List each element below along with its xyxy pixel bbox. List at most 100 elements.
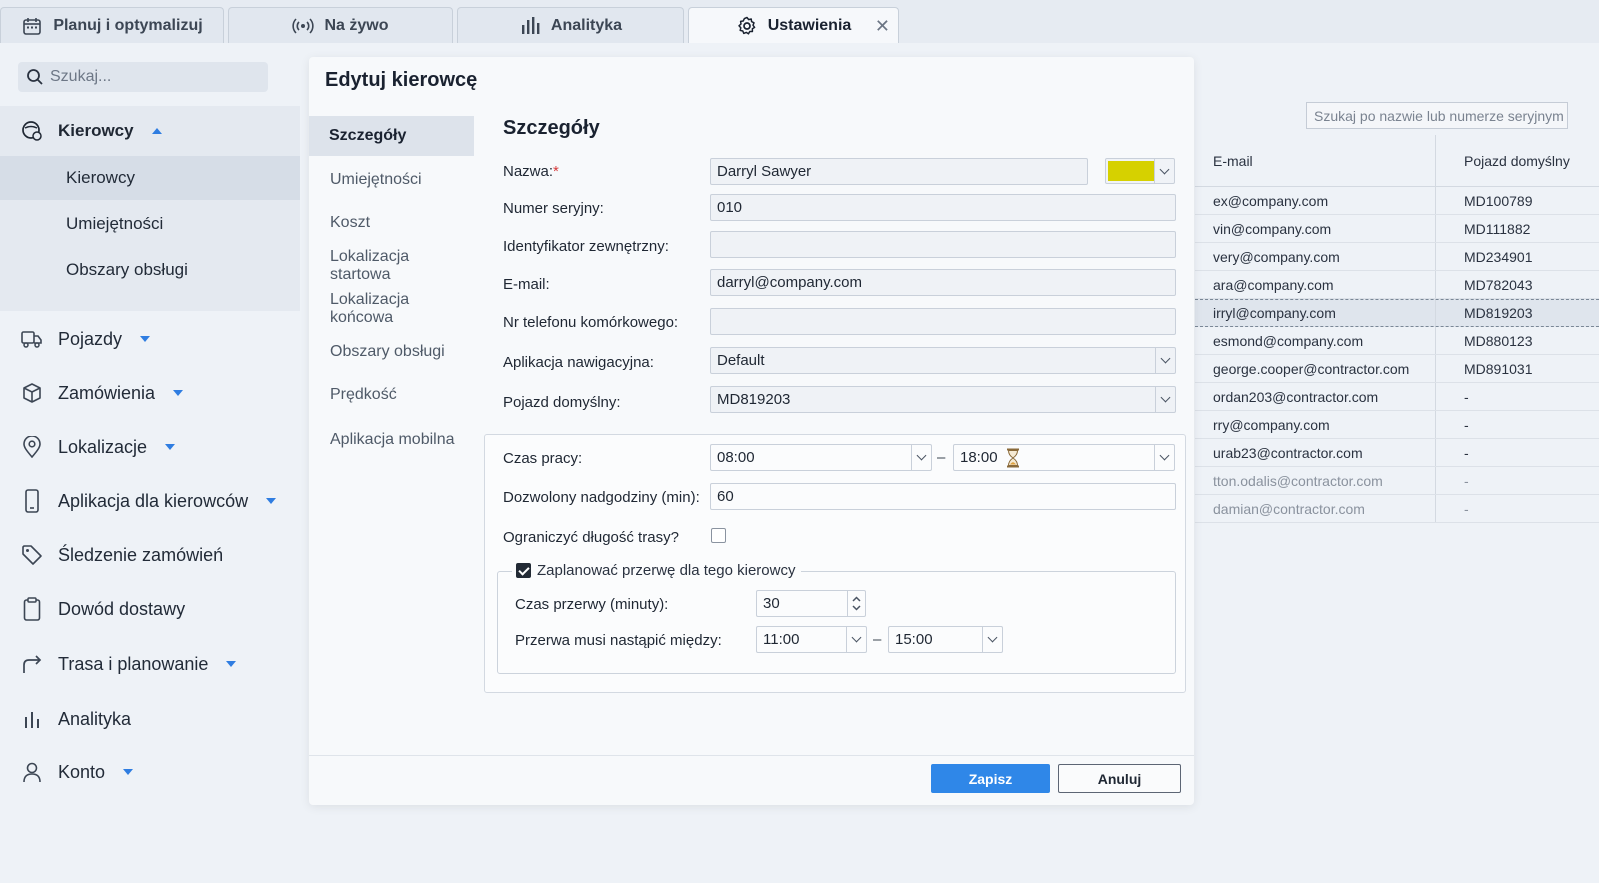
- user-icon: [20, 760, 44, 784]
- caret-down-icon: [226, 661, 237, 667]
- sidebar-item-account[interactable]: Konto: [0, 752, 300, 792]
- bar-chart-icon: [20, 707, 44, 731]
- table-row[interactable]: esmond@company.com MD880123: [1195, 327, 1599, 355]
- email-cell: ordan203@contractor.com: [1213, 388, 1379, 405]
- work-start-value: 08:00: [717, 449, 755, 466]
- chevron-up-icon: [852, 596, 861, 602]
- tab-label: Ustawienia: [767, 16, 852, 34]
- sidebar-item-label: Aplikacja dla kierowców: [58, 490, 249, 511]
- sidebar-item-label: Konto: [58, 761, 106, 782]
- table-row[interactable]: ara@company.com MD782043: [1195, 271, 1599, 299]
- sidebar-item-analytics[interactable]: Analityka: [0, 699, 300, 739]
- email-label: E-mail:: [503, 276, 550, 293]
- vehicle-select[interactable]: MD819203: [710, 386, 1176, 413]
- name-field[interactable]: Darryl Sawyer: [710, 158, 1088, 185]
- dialog-nav-end-location[interactable]: Lokalizacja końcowa: [309, 289, 474, 329]
- sidebar-item-label: Pojazdy: [58, 328, 123, 349]
- column-header-vehicle[interactable]: Pojazd domyślny: [1435, 135, 1599, 186]
- table-row[interactable]: ex@company.com MD100789: [1195, 187, 1599, 215]
- table-row[interactable]: ordan203@contractor.com -: [1195, 383, 1599, 411]
- nav-group-header-drivers[interactable]: Kierowcy: [0, 106, 300, 156]
- sidebar-item-vehicles[interactable]: Pojazdy: [0, 319, 300, 359]
- dialog-nav-cost[interactable]: Koszt: [309, 203, 474, 243]
- vehicle-cell: MD782043: [1435, 271, 1599, 298]
- overtime-label: Dozwolony nadgodziny (min):: [503, 489, 700, 506]
- required-mark: *: [553, 163, 559, 180]
- cancel-button[interactable]: Anuluj: [1058, 764, 1181, 793]
- tab-plan[interactable]: Planuj i optymalizuj: [0, 7, 224, 43]
- bar-chart-icon: [519, 15, 541, 37]
- edit-driver-dialog: Edytuj kierowcę Szczegóły Umiejętności K…: [309, 57, 1194, 805]
- work-end-select[interactable]: 18:00: [953, 444, 1175, 471]
- sidebar-item-driver-app[interactable]: Aplikacja dla kierowców: [0, 481, 300, 521]
- dialog-nav-start-location[interactable]: Lokalizacja startowa: [309, 246, 474, 286]
- table-row[interactable]: damian@contractor.com -: [1195, 495, 1599, 523]
- table-row[interactable]: tton.odalis@contractor.com -: [1195, 467, 1599, 495]
- table-row[interactable]: george.cooper@contractor.com MD891031: [1195, 355, 1599, 383]
- table-row[interactable]: irryl@company.com MD819203: [1195, 299, 1599, 327]
- table-search-input[interactable]: Szukaj po nazwie lub numerze seryjnym: [1306, 102, 1568, 129]
- sidebar-item-orders[interactable]: Zamówienia: [0, 373, 300, 413]
- sidebar-item-drivers[interactable]: Kierowcy: [0, 156, 300, 200]
- table-row[interactable]: rry@company.com -: [1195, 411, 1599, 439]
- vehicle-value: MD819203: [717, 391, 791, 408]
- sidebar-item-order-tracking[interactable]: Śledzenie zamówień: [0, 535, 300, 575]
- nav-app-label: Aplikacja nawigacyjna:: [503, 354, 654, 371]
- dialog-nav-skills[interactable]: Umiejętności: [309, 160, 474, 200]
- sidebar-item-locations[interactable]: Lokalizacje: [0, 427, 300, 467]
- chevron-down-icon: [982, 627, 1002, 652]
- save-button[interactable]: Zapisz: [931, 764, 1050, 793]
- email-value: darryl@company.com: [717, 274, 862, 291]
- color-swatch: [1108, 161, 1154, 181]
- email-field[interactable]: darryl@company.com: [710, 269, 1176, 296]
- break-start-value: 11:00: [763, 631, 800, 648]
- work-start-select[interactable]: 08:00: [710, 444, 932, 471]
- tab-analytics[interactable]: Analityka: [457, 7, 684, 43]
- broadcast-icon: [292, 15, 315, 37]
- column-header-email[interactable]: E-mail: [1195, 153, 1435, 169]
- sidebar-item-proof-of-delivery[interactable]: Dowód dostawy: [0, 589, 300, 629]
- chevron-down-icon: [1155, 387, 1175, 412]
- break-checkbox[interactable]: [516, 563, 531, 578]
- stepper-arrows[interactable]: [847, 591, 865, 616]
- sidebar-search-input[interactable]: Szukaj...: [18, 62, 268, 92]
- box-icon: [20, 381, 44, 405]
- table-header: E-mail Pojazd domyślny: [1195, 135, 1599, 187]
- tab-live[interactable]: Na żywo: [228, 7, 453, 43]
- dialog-nav-mobile-app[interactable]: Aplikacja mobilna: [309, 420, 474, 460]
- dialog-footer-divider: [309, 755, 1194, 756]
- overtime-field[interactable]: 60: [710, 483, 1176, 510]
- table-row[interactable]: vin@company.com MD111882: [1195, 215, 1599, 243]
- break-duration-stepper[interactable]: 30: [756, 590, 866, 617]
- sidebar-item-skills[interactable]: Umiejętności: [0, 202, 300, 246]
- vehicle-cell: MD819203: [1435, 300, 1599, 326]
- sidebar-item-route-planning[interactable]: Trasa i planowanie: [0, 644, 300, 684]
- dialog-nav-speed[interactable]: Prędkość: [309, 375, 474, 415]
- dialog-nav-details[interactable]: Szczegóły: [309, 116, 474, 156]
- break-start-select[interactable]: 11:00: [756, 626, 867, 653]
- color-picker[interactable]: [1105, 158, 1175, 184]
- break-duration-value: 30: [763, 595, 780, 612]
- break-fieldset: [497, 571, 1176, 674]
- break-end-select[interactable]: 15:00: [888, 626, 1003, 653]
- email-cell: irryl@company.com: [1213, 305, 1336, 321]
- hourglass-icon: [1006, 448, 1020, 468]
- table-row[interactable]: very@company.com MD234901: [1195, 243, 1599, 271]
- phone-field[interactable]: [710, 308, 1176, 335]
- vehicle-cell: -: [1435, 467, 1599, 494]
- vehicle-cell: MD100789: [1435, 187, 1599, 214]
- limit-route-checkbox[interactable]: [711, 528, 726, 543]
- vehicle-cell: -: [1435, 411, 1599, 438]
- nav-app-select[interactable]: Default: [710, 347, 1176, 374]
- tab-settings[interactable]: Ustawienia ✕: [688, 7, 899, 43]
- serial-value: 010: [717, 199, 743, 216]
- dialog-nav-service-areas[interactable]: Obszary obsługi: [309, 332, 474, 372]
- serial-field[interactable]: 010: [710, 194, 1176, 221]
- external-id-field[interactable]: [710, 231, 1176, 258]
- sidebar-item-service-areas[interactable]: Obszary obsługi: [0, 248, 300, 292]
- name-value: Darryl Sawyer: [717, 163, 812, 180]
- break-checkbox-label: Zaplanować przerwę dla tego kierowcy: [537, 562, 796, 579]
- location-pin-icon: [20, 435, 44, 459]
- close-tab-icon[interactable]: ✕: [875, 16, 890, 37]
- table-row[interactable]: urab23@contractor.com -: [1195, 439, 1599, 467]
